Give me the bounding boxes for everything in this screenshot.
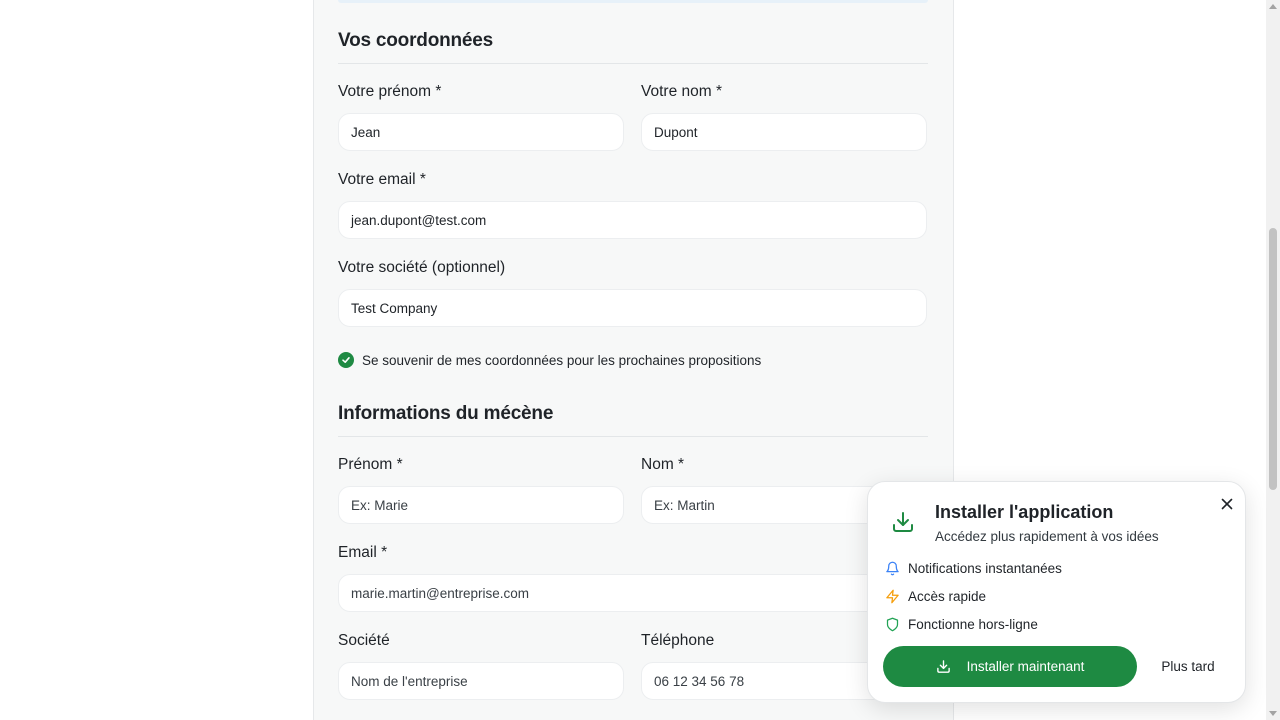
feature-label: Notifications instantanées <box>908 560 1062 576</box>
install-card-title: Installer l'application <box>935 502 1114 522</box>
email-label: Votre email * <box>338 171 426 188</box>
section-divider <box>338 436 928 437</box>
close-icon[interactable] <box>1217 494 1237 514</box>
install-now-button[interactable]: Installer maintenant <box>883 646 1137 687</box>
scroll-down-arrow-icon[interactable] <box>1269 711 1277 716</box>
last-name-label: Votre nom * <box>641 83 722 100</box>
company-input[interactable]: Test Company <box>338 289 927 327</box>
feature-quick-access: Accès rapide <box>884 587 986 605</box>
bell-icon <box>884 560 900 576</box>
feature-label: Accès rapide <box>908 588 987 604</box>
feature-notifications: Notifications instantanées <box>884 559 1062 577</box>
patron-email-label: Email * <box>338 544 388 561</box>
patron-last-name-label: Nom * <box>641 456 685 473</box>
remember-checkbox-row[interactable]: Se souvenir de mes coordonnées pour les … <box>338 351 761 369</box>
later-button[interactable]: Plus tard <box>1147 646 1229 687</box>
scroll-up-arrow-icon[interactable] <box>1269 4 1277 9</box>
install-app-card: Installer l'application Accédez plus rap… <box>867 481 1246 703</box>
first-name-label: Votre prénom * <box>338 83 442 100</box>
download-icon <box>888 507 918 537</box>
feature-offline: Fonctionne hors-ligne <box>884 615 1038 633</box>
zap-icon <box>884 588 900 604</box>
scroll-thumb[interactable] <box>1269 228 1277 490</box>
install-card-subtitle: Accédez plus rapidement à vos idées <box>935 529 1159 544</box>
contact-section-title: Vos coordonnées <box>338 30 494 51</box>
patron-section-title: Informations du mécène <box>338 403 554 424</box>
patron-company-label: Société <box>338 632 390 649</box>
patron-email-input[interactable]: marie.martin@entreprise.com <box>338 574 927 612</box>
shield-icon <box>884 616 900 632</box>
check-circle-icon[interactable] <box>338 352 354 368</box>
patron-phone-label: Téléphone <box>641 632 715 649</box>
company-label: Votre société (optionnel) <box>338 259 506 276</box>
page-scrollbar[interactable] <box>1266 0 1280 720</box>
last-name-input[interactable]: Dupont <box>641 113 927 151</box>
remember-label: Se souvenir de mes coordonnées pour les … <box>362 352 762 368</box>
email-input[interactable]: jean.dupont@test.com <box>338 201 927 239</box>
patron-first-name-label: Prénom * <box>338 456 403 473</box>
patron-company-input[interactable]: Nom de l'entreprise <box>338 662 624 700</box>
install-now-label: Installer maintenant <box>966 659 1085 674</box>
section-divider <box>338 63 928 64</box>
patron-first-name-input[interactable]: Ex: Marie <box>338 486 624 524</box>
feature-label: Fonctionne hors-ligne <box>908 616 1038 632</box>
download-icon <box>936 659 951 674</box>
first-name-input[interactable]: Jean <box>338 113 624 151</box>
info-banner-edge <box>338 0 928 3</box>
